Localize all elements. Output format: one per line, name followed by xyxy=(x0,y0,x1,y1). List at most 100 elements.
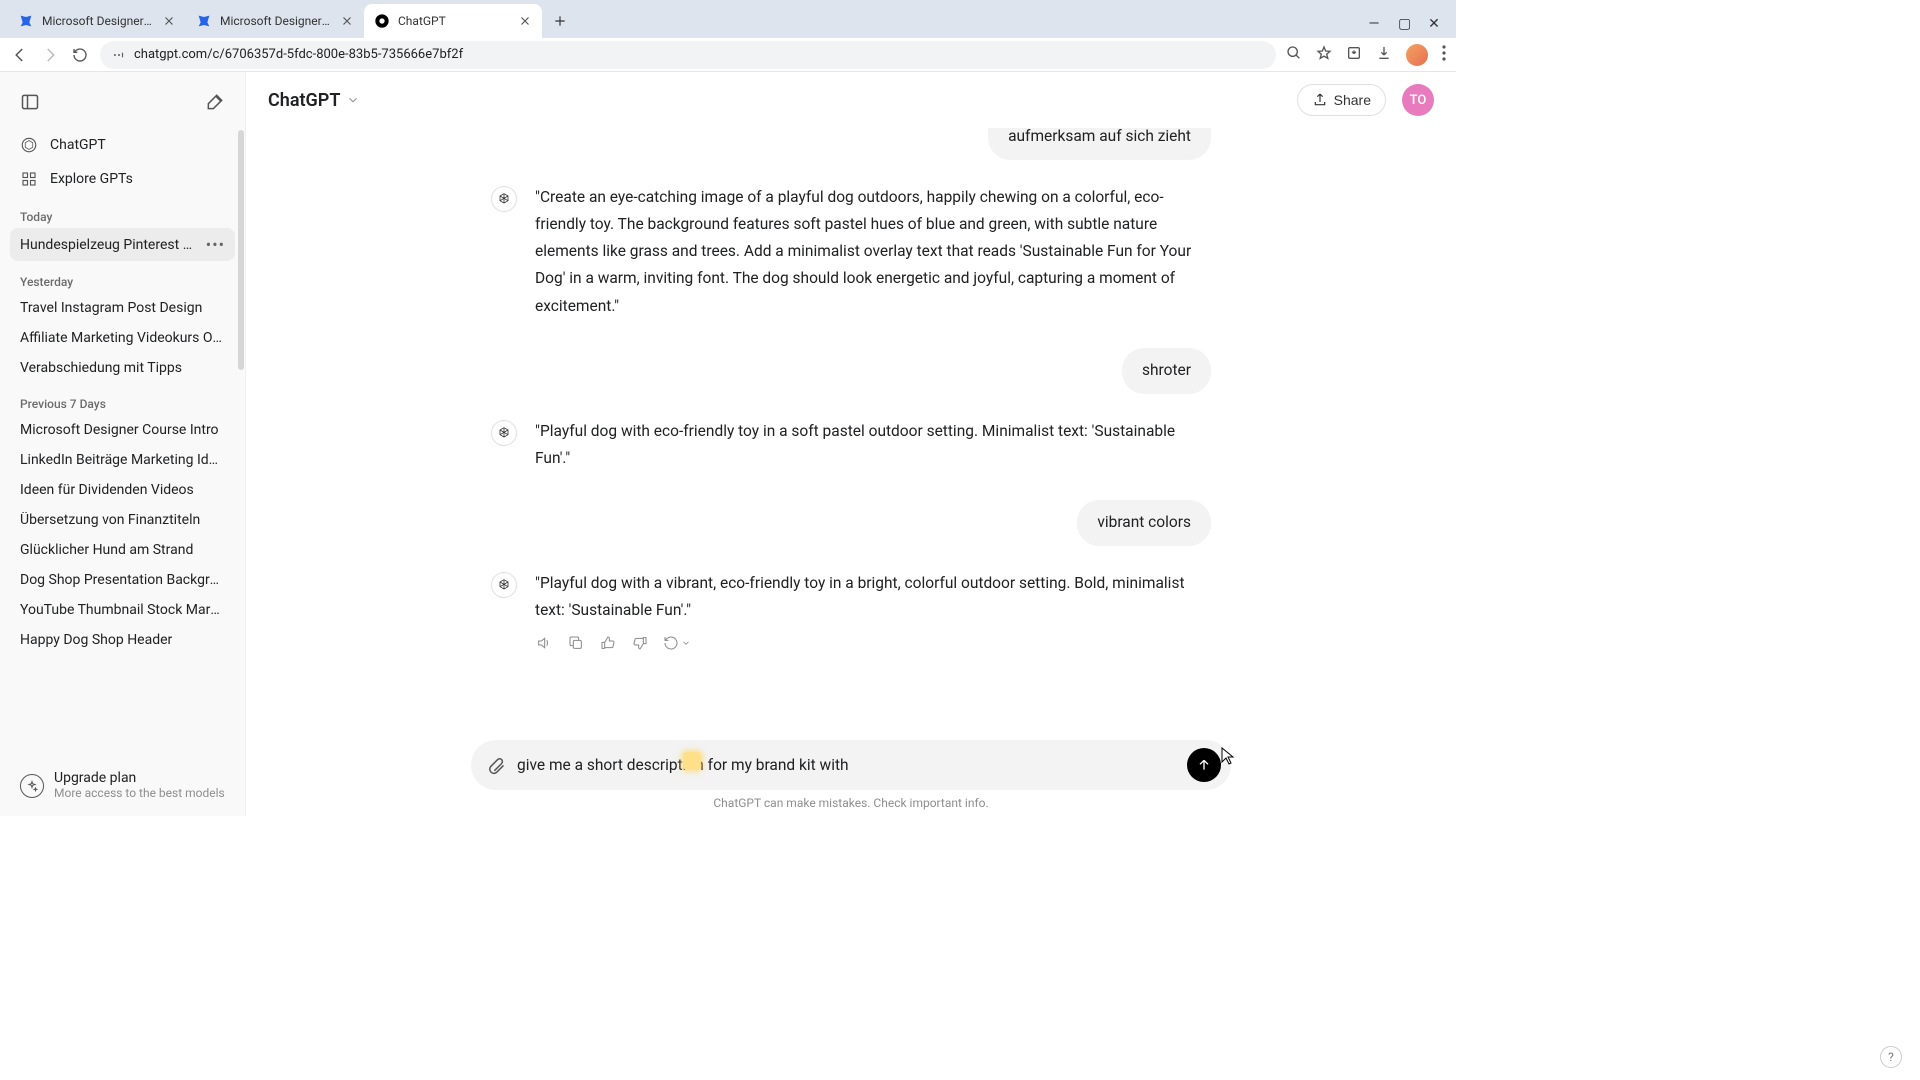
read-aloud-button[interactable] xyxy=(535,634,553,652)
browser-tab[interactable]: Microsoft Designer - Stunning xyxy=(8,4,186,38)
openai-icon xyxy=(496,577,512,593)
message-input[interactable] xyxy=(517,756,1177,774)
send-button[interactable] xyxy=(1187,748,1221,782)
chatgpt-favicon xyxy=(374,13,390,29)
address-bar[interactable]: chatgpt.com/c/6706357d-5fdc-800e-83b5-73… xyxy=(100,41,1276,69)
share-button[interactable]: Share xyxy=(1297,84,1386,116)
share-icon xyxy=(1312,92,1328,108)
sparkle-icon xyxy=(20,774,44,798)
sidebar-scrollbar[interactable] xyxy=(238,130,244,370)
forward-button[interactable] xyxy=(40,45,60,65)
conversation-item[interactable]: Affiliate Marketing Videokurs Outline xyxy=(10,323,235,353)
new-tab-button[interactable] xyxy=(546,7,574,35)
disclaimer-text: ChatGPT can make mistakes. Check importa… xyxy=(266,790,1436,810)
cursor-highlight xyxy=(683,752,701,770)
nav-label: ChatGPT xyxy=(50,137,106,153)
assistant-message: "Playful dog with eco-friendly toy in a … xyxy=(535,418,1211,472)
user-message: shroter xyxy=(1122,348,1211,394)
tab-title: Microsoft Designer - Stunning xyxy=(220,14,332,28)
chatgpt-icon xyxy=(20,136,38,154)
openai-icon xyxy=(496,191,512,207)
conversation-title: Verabschiedung mit Tipps xyxy=(20,360,182,376)
browser-toolbar: chatgpt.com/c/6706357d-5fdc-800e-83b5-73… xyxy=(0,38,1456,72)
more-options-icon[interactable]: ••• xyxy=(206,235,225,254)
conversation-item[interactable]: Microsoft Designer Course Intro xyxy=(10,415,235,445)
attach-button[interactable] xyxy=(485,754,507,776)
grid-icon xyxy=(20,170,38,188)
sidebar: ChatGPT Explore GPTs Today Hundespielzeu… xyxy=(0,72,246,816)
close-window-button[interactable]: ✕ xyxy=(1428,16,1440,32)
conversation-title: Affiliate Marketing Videokurs Outline xyxy=(20,330,225,346)
share-label: Share xyxy=(1334,92,1371,108)
openai-icon xyxy=(496,425,512,441)
conversation-item[interactable]: Happy Dog Shop Header xyxy=(10,625,235,655)
nav-chatgpt[interactable]: ChatGPT xyxy=(10,128,235,162)
close-icon[interactable] xyxy=(162,14,176,28)
url-text: chatgpt.com/c/6706357d-5fdc-800e-83b5-73… xyxy=(134,47,463,62)
thumbs-down-button[interactable] xyxy=(631,634,649,652)
assistant-message: "Create an eye-catching image of a playf… xyxy=(535,184,1211,320)
conversation-item[interactable]: Ideen für Dividenden Videos xyxy=(10,475,235,505)
assistant-avatar xyxy=(491,420,517,446)
conversation-title: Dog Shop Presentation Background xyxy=(20,572,225,588)
upgrade-plan-button[interactable]: Upgrade plan More access to the best mod… xyxy=(10,762,235,808)
minimize-button[interactable]: ― xyxy=(1368,16,1380,32)
regenerate-button[interactable] xyxy=(663,634,691,652)
tab-title: ChatGPT xyxy=(398,14,510,28)
model-switcher[interactable]: ChatGPT xyxy=(268,90,360,111)
conversation-item[interactable]: Verabschiedung mit Tipps xyxy=(10,353,235,383)
conversation-title: Übersetzung von Finanztiteln xyxy=(20,512,200,528)
nav-explore-gpts[interactable]: Explore GPTs xyxy=(10,162,235,196)
user-avatar[interactable]: TO xyxy=(1402,84,1434,116)
install-app-icon[interactable] xyxy=(1346,45,1362,65)
close-icon[interactable] xyxy=(340,14,354,28)
conversation-item[interactable]: Übersetzung von Finanztiteln xyxy=(10,505,235,535)
close-icon[interactable] xyxy=(518,14,532,28)
maximize-button[interactable]: ▢ xyxy=(1398,16,1410,32)
conversation-title: Travel Instagram Post Design xyxy=(20,300,202,316)
collapse-sidebar-button[interactable] xyxy=(16,88,44,116)
downloads-icon[interactable] xyxy=(1376,45,1392,65)
conversation-title: Microsoft Designer Course Intro xyxy=(20,422,219,438)
chat-scroll-area[interactable]: aufmerksam auf sich zieht "Create an eye… xyxy=(246,128,1456,740)
zoom-icon[interactable] xyxy=(1286,45,1302,65)
conversation-title: LinkedIn Beiträge Marketing Ideen xyxy=(20,452,225,468)
chat-header: ChatGPT Share TO xyxy=(246,72,1456,128)
site-info-icon xyxy=(112,48,126,62)
section-yesterday: Yesterday xyxy=(10,261,235,293)
conversation-title: YouTube Thumbnail Stock Market xyxy=(20,602,225,618)
composer xyxy=(471,740,1231,790)
chevron-down-icon xyxy=(346,93,360,107)
conversation-item[interactable]: Travel Instagram Post Design xyxy=(10,293,235,323)
conversation-item[interactable]: Glücklicher Hund am Strand xyxy=(10,535,235,565)
assistant-avatar xyxy=(491,572,517,598)
ms-designer-favicon xyxy=(196,13,212,29)
conversation-item[interactable]: YouTube Thumbnail Stock Market xyxy=(10,595,235,625)
back-button[interactable] xyxy=(10,45,30,65)
conversation-item[interactable]: Hundespielzeug Pinterest Header ••• xyxy=(10,228,235,261)
conversation-item[interactable]: LinkedIn Beiträge Marketing Ideen xyxy=(10,445,235,475)
window-controls: ― ▢ ✕ xyxy=(1368,16,1456,38)
bookmark-icon[interactable] xyxy=(1316,45,1332,65)
section-today: Today xyxy=(10,196,235,228)
section-prev7: Previous 7 Days xyxy=(10,383,235,415)
assistant-avatar xyxy=(491,186,517,212)
help-button[interactable]: ? xyxy=(1880,1046,1902,1068)
upgrade-title: Upgrade plan xyxy=(54,770,225,786)
message-action-bar xyxy=(535,634,1211,652)
composer-area: ChatGPT can make mistakes. Check importa… xyxy=(246,740,1456,816)
conversation-title: Ideen für Dividenden Videos xyxy=(20,482,194,498)
copy-button[interactable] xyxy=(567,634,585,652)
menu-icon[interactable] xyxy=(1442,45,1446,65)
nav-label: Explore GPTs xyxy=(50,171,133,187)
main-content: ChatGPT Share TO aufmerksam auf sich zie… xyxy=(246,72,1456,816)
conversation-title: Glücklicher Hund am Strand xyxy=(20,542,193,558)
new-chat-button[interactable] xyxy=(201,88,229,116)
browser-tab[interactable]: Microsoft Designer - Stunning xyxy=(186,4,364,38)
thumbs-up-button[interactable] xyxy=(599,634,617,652)
reload-button[interactable] xyxy=(70,45,90,65)
browser-tab-active[interactable]: ChatGPT xyxy=(364,4,542,38)
profile-avatar[interactable] xyxy=(1406,44,1428,66)
conversation-title: Hundespielzeug Pinterest Header xyxy=(20,237,202,253)
conversation-item[interactable]: Dog Shop Presentation Background xyxy=(10,565,235,595)
